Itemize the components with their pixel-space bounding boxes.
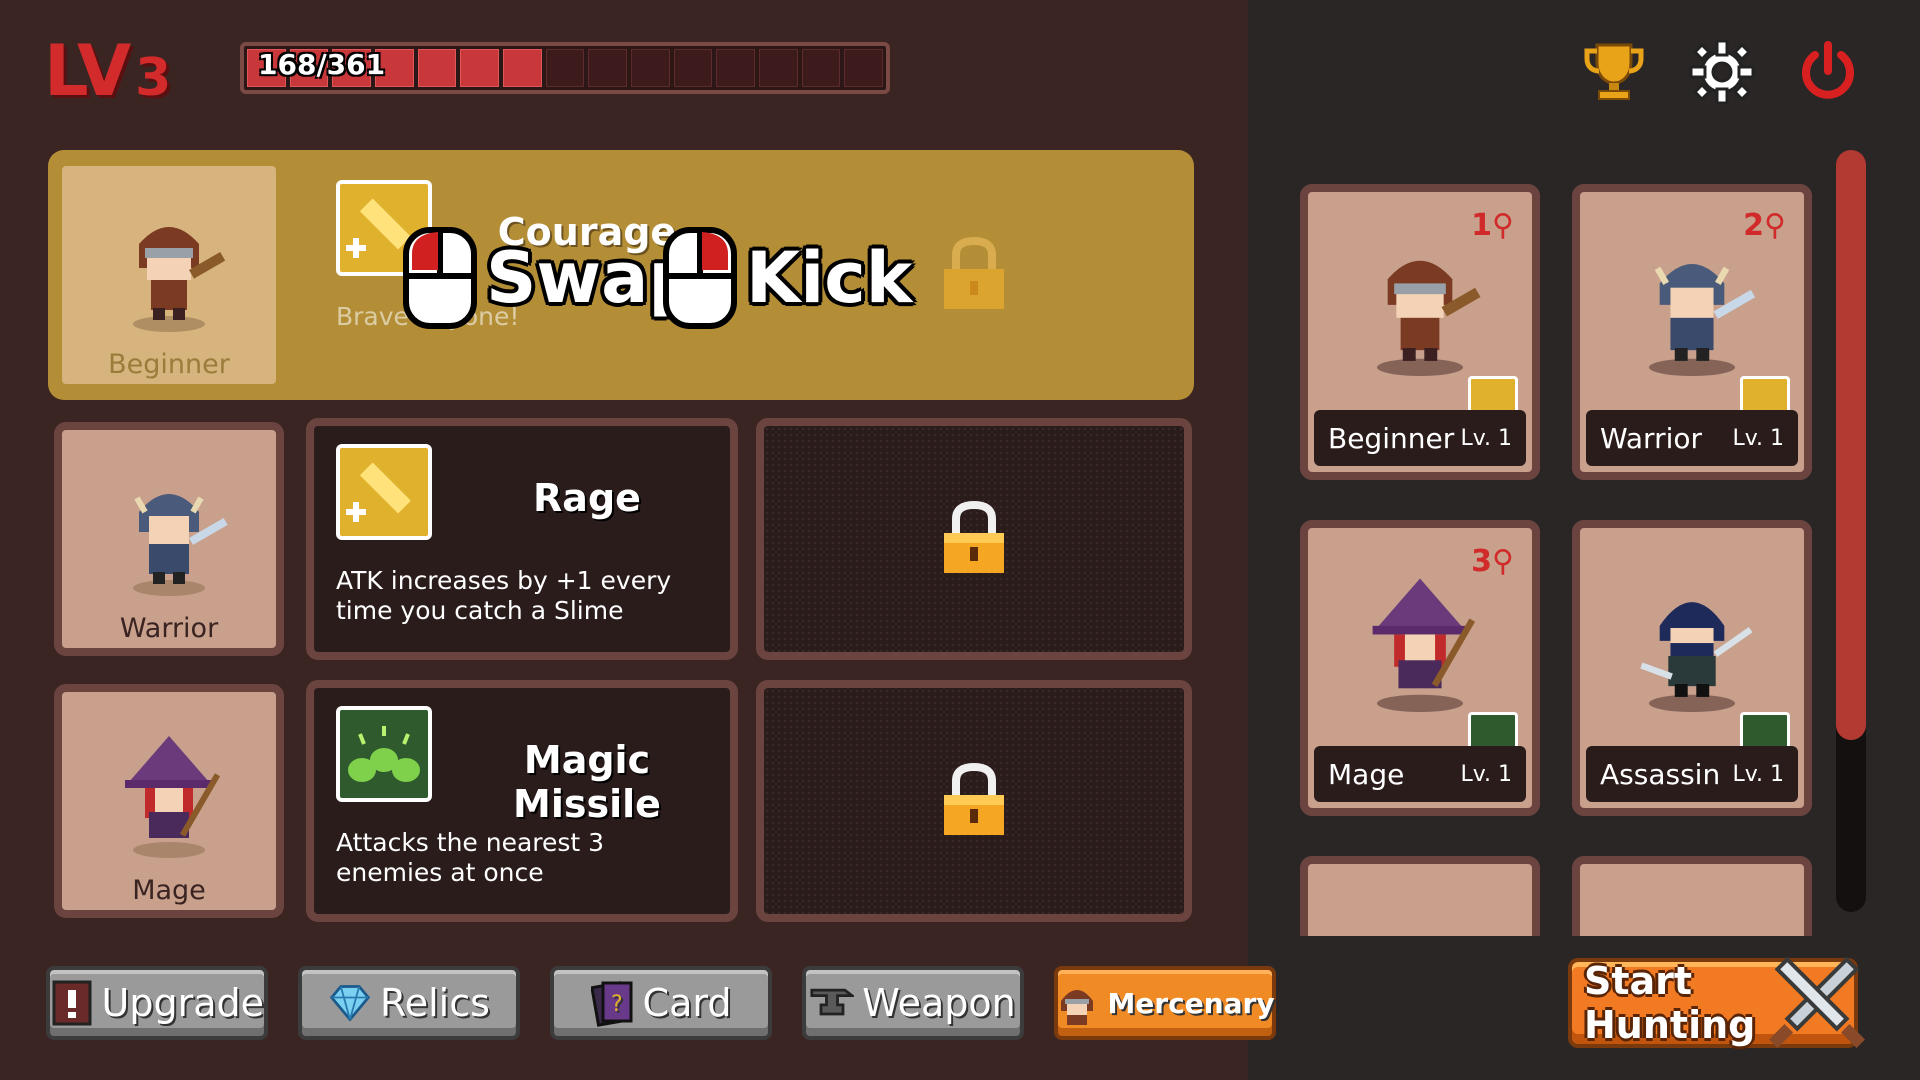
tab-card[interactable]: ? Card (550, 966, 772, 1040)
xp-segment (759, 49, 798, 87)
card-level: Lv. 1 (1460, 425, 1512, 451)
tab-weapon[interactable]: Weapon (802, 966, 1024, 1040)
upgrade-icon (50, 979, 94, 1027)
card-name: Mage (1328, 757, 1405, 791)
mercenary-card-partial[interactable] (1300, 856, 1540, 936)
keyhole-icon: ⚲ (1492, 208, 1514, 243)
tab-label: Mercenary (1107, 986, 1275, 1020)
beginner-sprite (133, 227, 226, 332)
card-level: Lv. 1 (1732, 425, 1784, 451)
skill-panel: Magic Missile Attacks the nearest 3 enem… (306, 680, 738, 922)
roster-scroll-thumb[interactable] (1836, 150, 1866, 740)
mouse-right-click-icon (663, 227, 737, 329)
mercenary-slot-3[interactable]: Mage Magic Missile Attacks the nearest 3… (48, 676, 1194, 926)
lock-icon (944, 762, 1004, 835)
kick-hint[interactable]: Kick (662, 226, 912, 330)
xp-segment (545, 49, 585, 87)
mercenary-card-assassin[interactable]: Assassin Lv. 1 (1572, 520, 1812, 816)
tab-label: Upgrade (101, 981, 264, 1025)
mercenary-portrait-icon (1055, 979, 1099, 1027)
mercenary-card-warrior[interactable]: 2⚲ Warrior Lv. 1 (1572, 184, 1812, 480)
xp-segment (503, 49, 542, 87)
xp-segment (801, 49, 841, 87)
keyhole-icon: ⚲ (1492, 544, 1514, 579)
mercenary-card-partial[interactable] (1572, 856, 1812, 936)
card-rank: 2⚲ (1743, 208, 1786, 243)
beginner-sprite (1376, 260, 1481, 376)
card-footer: Warrior Lv. 1 (1586, 410, 1798, 466)
xp-segment (844, 49, 884, 87)
skill-panel: Rage ATK increases by +1 every time you … (306, 418, 738, 660)
trophy-icon[interactable] (1576, 34, 1652, 110)
card-deck-icon: ? (590, 979, 635, 1027)
tab-mercenary[interactable]: Mercenary (1054, 966, 1276, 1040)
card-footer: Beginner Lv. 1 (1314, 410, 1526, 466)
tab-relics[interactable]: Relics (298, 966, 520, 1040)
card-name: Beginner (1328, 421, 1455, 455)
rank-number: 1 (1471, 208, 1493, 243)
card-level: Lv. 1 (1460, 761, 1512, 787)
slot-class-label: Beginner (108, 349, 230, 380)
card-name: Warrior (1600, 421, 1703, 455)
locked-slot (756, 418, 1192, 660)
xp-segment (588, 49, 628, 87)
card-level: Lv. 1 (1732, 761, 1784, 787)
xp-segment (417, 49, 457, 87)
power-icon[interactable] (1790, 34, 1866, 110)
card-rank: 1⚲ (1471, 208, 1514, 243)
player-level: LV 3 (44, 30, 171, 112)
svg-text:?: ? (611, 992, 623, 1017)
kick-label: Kick (746, 237, 913, 319)
lock-icon (944, 236, 1004, 309)
crossed-swords-icon (1768, 956, 1866, 1049)
lock-icon (944, 500, 1004, 573)
warrior-sprite (1648, 264, 1756, 376)
card-name: Assassin (1600, 757, 1721, 791)
slot-portrait-mage[interactable]: Mage (54, 684, 284, 918)
xp-segment (460, 49, 500, 87)
anvil-icon (810, 979, 855, 1027)
mercenary-card-beginner[interactable]: 1⚲ Beginner Lv. 1 (1300, 184, 1540, 480)
swap-hint[interactable]: Swap (402, 226, 698, 330)
skill-name: Magic Missile (513, 738, 661, 826)
level-number: 3 (135, 48, 172, 108)
slot-portrait-warrior[interactable]: Warrior (54, 422, 284, 656)
rank-number: 3 (1471, 544, 1493, 579)
slot-class-label: Warrior (119, 613, 219, 644)
diamond-icon (328, 979, 372, 1027)
xp-text: 168/361 (258, 48, 386, 81)
tab-label: Weapon (862, 981, 1016, 1025)
xp-segment (673, 49, 713, 87)
mouse-left-click-icon (403, 227, 477, 329)
tab-upgrade[interactable]: Upgrade (46, 966, 268, 1040)
gear-icon[interactable] (1684, 34, 1760, 110)
level-prefix: LV (44, 30, 131, 112)
tab-label: Relics (380, 981, 490, 1025)
card-rank: 3⚲ (1471, 544, 1514, 579)
locked-slot (756, 680, 1192, 922)
skill-name: Rage (533, 476, 641, 520)
xp-segment (716, 49, 756, 87)
skill-description: Attacks the nearest 3 enemies at once (336, 828, 605, 887)
sword-plus-icon (336, 444, 432, 540)
mercenary-slot-2[interactable]: Warrior Rage ATK increases by +1 every t… (48, 414, 1194, 664)
mercenary-card-mage[interactable]: 3⚲ Mage Lv. 1 (1300, 520, 1540, 816)
slot-class-label: Mage (132, 875, 206, 906)
warrior-sprite (133, 494, 228, 596)
keyhole-icon: ⚲ (1764, 208, 1786, 243)
xp-segment (631, 49, 670, 87)
assassin-sprite (1640, 602, 1753, 712)
tab-label: Card (642, 981, 732, 1025)
slime-trio-icon (336, 706, 432, 802)
skill-description: ATK increases by +1 every time you catch… (336, 566, 672, 625)
card-footer: Mage Lv. 1 (1314, 746, 1526, 802)
slot-portrait-beginner[interactable]: Beginner (54, 158, 284, 392)
mage-sprite (125, 736, 221, 858)
card-footer: Assassin Lv. 1 (1586, 746, 1798, 802)
rank-number: 2 (1743, 208, 1765, 243)
mage-sprite (1372, 578, 1476, 712)
